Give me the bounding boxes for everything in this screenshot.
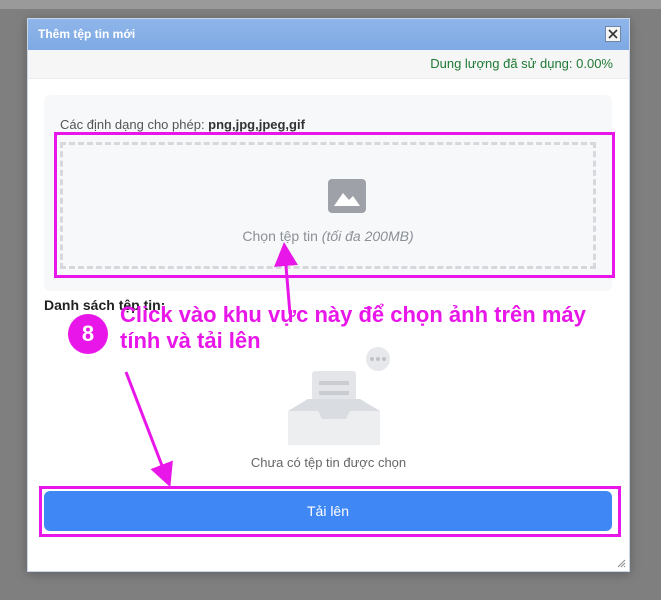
step-badge: 8 (68, 314, 108, 354)
arrow-to-upload-button (124, 371, 173, 488)
annotation-arrows (124, 242, 298, 488)
annotation-callout: Click vào khu vực này để chọn ảnh trên m… (120, 302, 586, 353)
